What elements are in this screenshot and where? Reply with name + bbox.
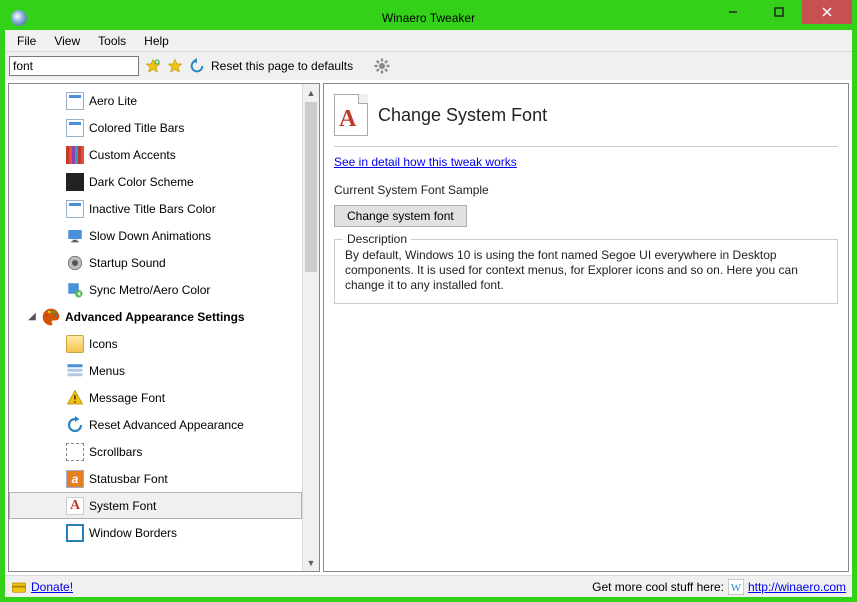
tree-item[interactable]: Icons (9, 330, 302, 357)
monitor-icon (65, 226, 85, 246)
tree-item[interactable]: Aero Lite (9, 87, 302, 114)
menus-icon (65, 361, 85, 381)
tree-heading-advanced-appearance[interactable]: ◢ Advanced Appearance Settings (9, 303, 302, 330)
tree-item-label: Inactive Title Bars Color (89, 202, 216, 216)
tree-item[interactable]: Custom Accents (9, 141, 302, 168)
minimize-button[interactable] (710, 0, 756, 24)
menu-view[interactable]: View (46, 31, 88, 51)
tree-heading-label: Advanced Appearance Settings (65, 310, 245, 324)
tree-item-label: Aero Lite (89, 94, 137, 108)
sample-label: Current System Font Sample (334, 183, 838, 197)
refresh-icon (65, 415, 85, 435)
tree-item-label: System Font (89, 499, 156, 513)
tree-item-label: Colored Title Bars (89, 121, 184, 135)
tree-scroll: Aero Lite Colored Title Bars Custom Accent… (9, 84, 302, 571)
tree-item-label: Reset Advanced Appearance (89, 418, 244, 432)
content-header: A Change System Font (334, 94, 838, 136)
menu-tools[interactable]: Tools (90, 31, 134, 51)
donate-link[interactable]: Donate! (31, 580, 73, 594)
favorite-add-icon[interactable] (145, 58, 161, 74)
reset-icon[interactable] (189, 58, 205, 74)
winaero-logo-icon: W (728, 579, 744, 595)
tree-item-label: Message Font (89, 391, 165, 405)
expander-icon[interactable]: ◢ (27, 311, 37, 322)
reset-label[interactable]: Reset this page to defaults (211, 59, 353, 73)
window-icon (65, 91, 85, 111)
window-icon (65, 118, 85, 138)
menu-help[interactable]: Help (136, 31, 177, 51)
tree-item-label: Sync Metro/Aero Color (89, 283, 210, 297)
app-icon (11, 10, 27, 26)
tree-item-label: Custom Accents (89, 148, 176, 162)
search-input[interactable] (9, 56, 139, 76)
sync-icon (65, 280, 85, 300)
page-title: Change System Font (378, 105, 547, 126)
tree-item[interactable]: Message Font (9, 384, 302, 411)
speaker-icon (65, 253, 85, 273)
tree-item[interactable]: a Statusbar Font (9, 465, 302, 492)
content-pane: A Change System Font See in detail how t… (323, 83, 849, 572)
tree-item[interactable]: Inactive Title Bars Color (9, 195, 302, 222)
main-panes: Aero Lite Colored Title Bars Custom Accent… (5, 80, 852, 575)
warning-icon (65, 388, 85, 408)
tree-item[interactable]: Colored Title Bars (9, 114, 302, 141)
tree-item-label: Startup Sound (89, 256, 166, 270)
menubar: File View Tools Help (5, 30, 852, 52)
vertical-scrollbar[interactable]: ▲ ▼ (302, 84, 319, 571)
window-icon (65, 199, 85, 219)
folder-icon (65, 334, 85, 354)
dark-icon (65, 172, 85, 192)
description-group: Description By default, Windows 10 is us… (334, 239, 838, 304)
tree-item-label: Menus (89, 364, 125, 378)
maximize-button[interactable] (756, 0, 802, 24)
tree-item[interactable]: Reset Advanced Appearance (9, 411, 302, 438)
favorite-icon[interactable] (167, 58, 183, 74)
menu-file[interactable]: File (9, 31, 44, 51)
description-text: By default, Windows 10 is using the font… (345, 248, 827, 293)
tree-item-label: Dark Color Scheme (89, 175, 194, 189)
open-icon (65, 523, 85, 543)
tree-item[interactable]: Scrollbars (9, 438, 302, 465)
tree-item[interactable]: Window Borders (9, 519, 302, 546)
tree-item[interactable]: A System Font (9, 492, 302, 519)
orange-a-icon: a (65, 469, 85, 489)
divider (334, 146, 838, 147)
tree-item[interactable]: Menus (9, 357, 302, 384)
scroll-thumb[interactable] (305, 102, 317, 272)
gear-icon[interactable] (373, 57, 391, 75)
tree-pane: Aero Lite Colored Title Bars Custom Accent… (8, 83, 320, 572)
window-controls (710, 0, 852, 24)
letter-a-icon: A (65, 496, 85, 516)
scroll-down-arrow[interactable]: ▼ (303, 554, 319, 571)
titlebar: Winaero Tweaker (5, 5, 852, 30)
promo-text: Get more cool stuff here: (592, 580, 724, 594)
change-font-button[interactable]: Change system font (334, 205, 467, 227)
scrollbar-icon (65, 442, 85, 462)
palette-icon (41, 307, 61, 327)
tree-item-label: Scrollbars (89, 445, 142, 459)
tree-item[interactable]: Startup Sound (9, 249, 302, 276)
tree-item[interactable]: Slow Down Animations (9, 222, 302, 249)
winaero-link[interactable]: http://winaero.com (748, 580, 846, 594)
donate-icon (11, 579, 27, 595)
description-legend: Description (343, 232, 411, 246)
close-button[interactable] (802, 0, 852, 24)
toolbar: Reset this page to defaults (5, 52, 852, 80)
scroll-up-arrow[interactable]: ▲ (303, 84, 319, 101)
tree-item[interactable]: Dark Color Scheme (9, 168, 302, 195)
stripes-icon (65, 145, 85, 165)
tree-item-label: Statusbar Font (89, 472, 168, 486)
tree-item[interactable]: Sync Metro/Aero Color (9, 276, 302, 303)
detail-link[interactable]: See in detail how this tweak works (334, 155, 838, 169)
svg-text:W: W (731, 582, 742, 594)
page-icon: A (334, 94, 368, 136)
tree-item-label: Slow Down Animations (89, 229, 211, 243)
tree-item-label: Window Borders (89, 526, 177, 540)
statusbar: Donate! Get more cool stuff here: W http… (5, 575, 852, 597)
tree-item-label: Icons (89, 337, 118, 351)
